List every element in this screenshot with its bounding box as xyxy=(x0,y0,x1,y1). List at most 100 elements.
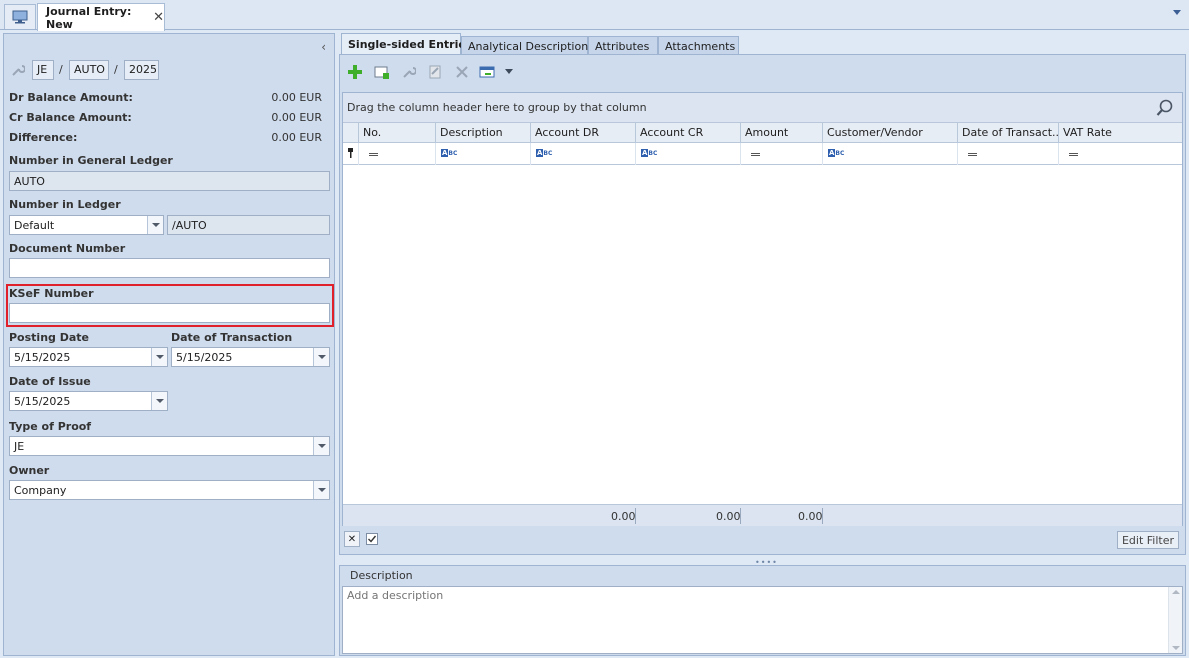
edit-filter-button[interactable]: Edit Filter xyxy=(1116,531,1179,549)
filter-cell-account-dr[interactable]: ABC xyxy=(530,143,635,165)
entries-panel: Drag the column header here to group by … xyxy=(339,54,1186,555)
ledger-number-label: Number in Ledger xyxy=(9,198,121,211)
transaction-date-value: 5/15/2025 xyxy=(176,351,233,364)
wrench-icon xyxy=(11,63,26,80)
transaction-date-picker[interactable]: 5/15/2025 xyxy=(171,347,330,367)
add-icon[interactable] xyxy=(346,63,364,81)
group-hint: Drag the column header here to group by … xyxy=(347,101,647,114)
chevron-down-icon[interactable] xyxy=(313,481,329,499)
type-of-proof-select[interactable]: JE xyxy=(9,436,330,456)
tab-attributes[interactable]: Attributes xyxy=(588,36,658,55)
equals-icon xyxy=(751,153,760,156)
cr-balance-value: 0.00 EUR xyxy=(271,111,322,124)
ledger-select[interactable]: Default xyxy=(9,215,164,235)
filter-cell-amount[interactable] xyxy=(740,143,822,165)
filter-cell-date-of-transaction[interactable] xyxy=(957,143,1058,165)
posting-date-picker[interactable]: 5/15/2025 xyxy=(9,347,168,367)
filter-cell-customer-vendor[interactable]: ABC xyxy=(822,143,957,165)
issue-date-picker[interactable]: 5/15/2025 xyxy=(9,391,168,411)
column-header-description[interactable]: Description xyxy=(435,123,530,143)
chevron-down-icon[interactable] xyxy=(500,63,518,81)
document-tab-strip: Journal Entry: New ✕ xyxy=(0,0,1189,31)
difference-value: 0.00 EUR xyxy=(271,131,322,144)
column-header-account-cr[interactable]: Account CR xyxy=(635,123,740,143)
type-of-proof-label: Type of Proof xyxy=(9,420,92,433)
filter-cell-description[interactable]: ABC xyxy=(435,143,530,165)
ksef-number-input[interactable] xyxy=(9,303,330,323)
text-filter-icon: ABC xyxy=(536,149,553,157)
column-header-no[interactable]: No. xyxy=(358,123,435,143)
chevron-down-icon[interactable] xyxy=(313,437,329,455)
column-header-amount[interactable]: Amount xyxy=(740,123,822,143)
difference-label: Difference: xyxy=(9,131,78,144)
gl-number-label: Number in General Ledger xyxy=(9,154,173,167)
equals-icon xyxy=(369,153,378,156)
tab-title: Journal Entry: New xyxy=(46,4,132,31)
column-header-vat-rate[interactable]: VAT Rate xyxy=(1058,123,1182,143)
dr-balance-label: Dr Balance Amount: xyxy=(9,91,133,104)
chevron-down-icon[interactable] xyxy=(313,348,329,366)
search-icon[interactable] xyxy=(1156,99,1174,120)
total-separator xyxy=(740,508,741,524)
pin-icon xyxy=(347,148,354,161)
auto-filter-row: ABC ABC ABC ABC xyxy=(343,143,1182,165)
total-separator xyxy=(635,508,636,524)
posting-date-value: 5/15/2025 xyxy=(14,351,71,364)
tab-attachments[interactable]: Attachments xyxy=(658,36,739,55)
column-header-customer-vendor[interactable]: Customer/Vendor xyxy=(822,123,957,143)
number-prefix-field[interactable]: JE xyxy=(32,60,54,80)
column-header-date-of-transaction[interactable]: Date of Transact... xyxy=(957,123,1058,143)
clear-filter-icon[interactable]: ✕ xyxy=(344,531,360,547)
delete-icon[interactable] xyxy=(453,63,471,81)
total-amount: 0.00 xyxy=(798,510,823,523)
issue-date-label: Date of Issue xyxy=(9,375,91,388)
column-header-account-dr[interactable]: Account DR xyxy=(530,123,635,143)
chevron-down-icon[interactable] xyxy=(151,348,167,366)
description-textarea[interactable] xyxy=(342,586,1183,654)
number-separator: / xyxy=(59,63,63,76)
owner-select[interactable]: Company xyxy=(9,480,330,500)
wrench-icon[interactable] xyxy=(400,63,418,81)
close-icon[interactable]: ✕ xyxy=(153,10,164,25)
filter-enabled-checkbox[interactable] xyxy=(364,531,380,547)
chevron-down-icon[interactable] xyxy=(1173,10,1181,15)
owner-label: Owner xyxy=(9,464,50,477)
equals-icon xyxy=(968,153,977,156)
chevron-down-icon[interactable] xyxy=(151,392,167,410)
filter-cell-account-cr[interactable]: ABC xyxy=(635,143,740,165)
gl-number-field: AUTO xyxy=(9,171,330,191)
tab-single-sided-entries[interactable]: Single-sided Entries xyxy=(341,33,472,55)
number-auto-field[interactable]: AUTO xyxy=(69,60,109,80)
issue-date-value: 5/15/2025 xyxy=(14,395,71,408)
tab-analytical-description[interactable]: Analytical Description xyxy=(461,36,588,55)
chevron-down-icon[interactable] xyxy=(147,216,163,234)
grid-totals-footer: 0.00 0.00 0.00 xyxy=(343,504,1182,526)
ledger-select-value: Default xyxy=(14,219,55,232)
export-icon[interactable] xyxy=(479,63,497,81)
document-number-input[interactable] xyxy=(9,258,330,278)
total-account-cr: 0.00 xyxy=(716,510,741,523)
description-scrollbar[interactable] xyxy=(1168,587,1182,653)
collapse-panel-icon[interactable]: ‹ xyxy=(321,40,326,54)
equals-icon xyxy=(1069,153,1078,156)
filter-cell-no[interactable] xyxy=(358,143,435,165)
total-separator xyxy=(822,508,823,524)
header-panel: ‹ JE / AUTO / 2025 Dr Balance Amount: 0.… xyxy=(3,33,335,656)
filter-cell-vat-rate[interactable] xyxy=(1058,143,1182,165)
ksef-number-label: KSeF Number xyxy=(9,287,94,300)
group-by-area[interactable]: Drag the column header here to group by … xyxy=(343,93,1182,123)
ledger-suffix-field: /AUTO xyxy=(167,215,330,235)
number-year-field[interactable]: 2025 xyxy=(124,60,159,80)
type-of-proof-value: JE xyxy=(14,440,25,453)
desktop-icon[interactable] xyxy=(4,4,36,29)
entries-grid: Drag the column header here to group by … xyxy=(342,92,1183,526)
dr-balance-value: 0.00 EUR xyxy=(271,91,322,104)
edit-document-icon[interactable] xyxy=(426,63,444,81)
grid-header: No. Description Account DR Account CR Am… xyxy=(343,123,1182,143)
cr-balance-label: Cr Balance Amount: xyxy=(9,111,132,124)
description-panel: Description xyxy=(339,565,1186,656)
add-from-template-icon[interactable] xyxy=(373,63,391,81)
number-separator: / xyxy=(114,63,118,76)
tab-journal-entry[interactable]: Journal Entry: New ✕ xyxy=(37,3,165,31)
owner-value: Company xyxy=(14,484,67,497)
